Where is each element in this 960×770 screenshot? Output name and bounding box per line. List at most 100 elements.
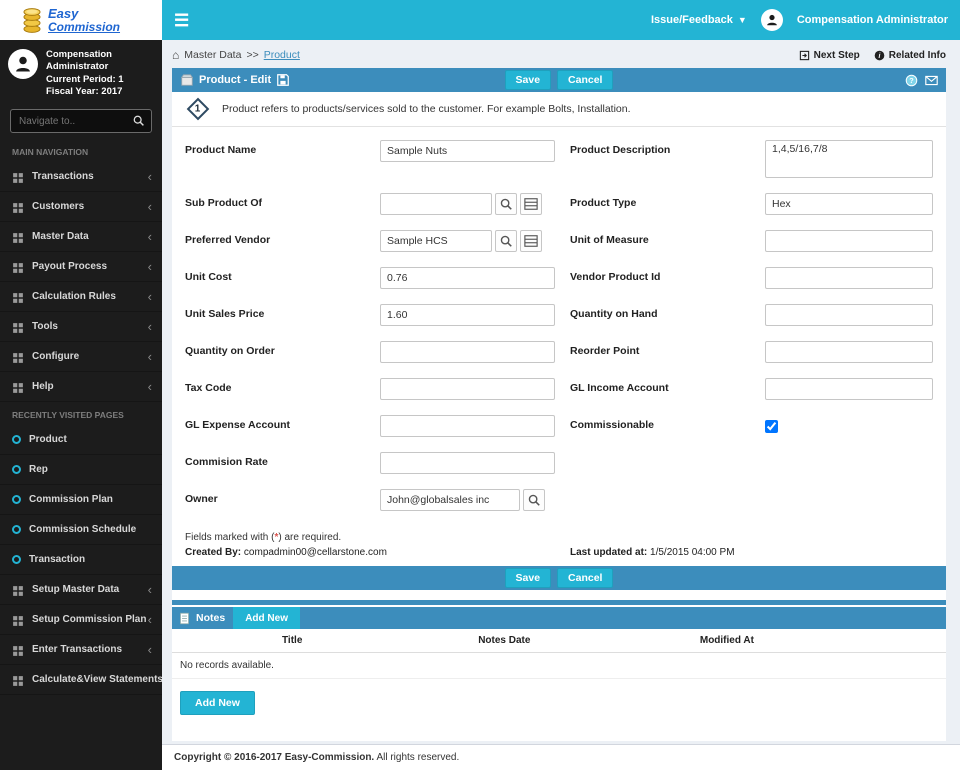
- sidebar-item-label: Customers: [32, 201, 85, 213]
- reorder-point-input[interactable]: [765, 341, 933, 363]
- sidebar-item-payout-process[interactable]: Payout Process ‹: [0, 252, 162, 283]
- email-icon[interactable]: [925, 74, 938, 87]
- sidebar-item-customers[interactable]: Customers ‹: [0, 192, 162, 223]
- form-row: Unit Sales Price Quantity on Hand: [185, 304, 946, 326]
- recent-item-product[interactable]: Product: [0, 425, 162, 456]
- related-info-button[interactable]: i Related Info: [874, 50, 946, 61]
- form-row: Quantity on Order Reorder Point: [185, 341, 946, 363]
- chevron-left-icon: ‹: [147, 169, 152, 185]
- search-icon[interactable]: [523, 489, 545, 511]
- sidebar-nav-main: Transactions ‹ Customers ‹ Master Data ‹ Payou…: [0, 162, 162, 403]
- help-icon[interactable]: ?: [905, 74, 918, 87]
- sidebar-item-setup-commission-plan[interactable]: Setup Commission Plan ‹: [0, 605, 162, 636]
- quantity-on-order-input[interactable]: [380, 341, 555, 363]
- svg-text:?: ?: [909, 75, 914, 84]
- sidebar-item-transactions[interactable]: Transactions ‹: [0, 162, 162, 193]
- topbar-right: Issue/Feedback ▼ Compensation Administra…: [651, 9, 948, 31]
- sidebar-item-label: Calculation Rules: [32, 291, 116, 303]
- main-navigation-label: MAIN NAVIGATION: [12, 147, 89, 158]
- breadcrumb-current-link[interactable]: Product: [264, 49, 300, 61]
- notes-header-bar: Notes Add New: [172, 607, 946, 629]
- topbar: Easy Commission ☰ Issue/Feedback ▼ Compe…: [0, 0, 960, 40]
- sidebar-item-calculate-view-statements[interactable]: Calculate&View Statements‹: [0, 665, 162, 696]
- save-disk-icon: [276, 73, 290, 87]
- search-icon[interactable]: [495, 193, 517, 215]
- sidebar-item-configure[interactable]: Configure ‹: [0, 342, 162, 373]
- sidebar-nav-bottom: Setup Master Data ‹ Setup Commission Plan ‹…: [0, 575, 162, 696]
- quantity-on-hand-label: Quantity on Hand: [570, 308, 658, 320]
- sidebar-search-input[interactable]: [10, 109, 152, 134]
- search-icon[interactable]: [495, 230, 517, 252]
- recent-item-commission-schedule[interactable]: Commission Schedule: [0, 515, 162, 546]
- owner-input[interactable]: [380, 489, 520, 511]
- sub-product-of-input[interactable]: [380, 193, 492, 215]
- sidebar-item-help[interactable]: Help ‹: [0, 372, 162, 403]
- profile-name: Compensation Administrator: [46, 49, 112, 73]
- breadcrumb-separator: >>: [246, 49, 259, 61]
- lookup-list-icon[interactable]: [520, 230, 542, 252]
- created-by-value: compadmin00@cellarstone.com: [243, 547, 387, 558]
- cancel-button-bottom[interactable]: Cancel: [557, 568, 614, 588]
- product-description-label: Product Description: [570, 144, 671, 156]
- chevron-left-icon: ‹: [147, 199, 152, 215]
- recent-item-transaction[interactable]: Transaction: [0, 545, 162, 576]
- chevron-left-icon: ‹: [147, 379, 152, 395]
- tax-code-input[interactable]: [380, 378, 555, 400]
- form-spacer: [570, 489, 765, 493]
- product-name-input[interactable]: [380, 140, 555, 162]
- next-step-button[interactable]: Next Step: [799, 50, 860, 61]
- step-number-icon: 1: [186, 97, 210, 121]
- preferred-vendor-input[interactable]: [380, 230, 492, 252]
- sidebar-item-calculation-rules[interactable]: Calculation Rules ‹: [0, 282, 162, 313]
- product-description-input[interactable]: 1,4,5/16,7/8: [765, 140, 933, 178]
- preferred-vendor-label: Preferred Vendor: [185, 234, 271, 246]
- hamburger-icon[interactable]: ☰: [174, 12, 189, 29]
- gl-income-account-input[interactable]: [765, 378, 933, 400]
- search-icon[interactable]: [132, 114, 145, 127]
- chevron-left-icon: ‹: [147, 642, 152, 658]
- header-right-icons: ?: [905, 74, 938, 87]
- notes-icon: [178, 612, 191, 625]
- add-new-button-bottom[interactable]: Add New: [180, 691, 255, 715]
- unit-of-measure-input[interactable]: [765, 230, 933, 252]
- unit-cost-input[interactable]: [380, 267, 555, 289]
- profile-text: Compensation Administrator Current Perio…: [46, 49, 154, 98]
- recent-item-commission-plan[interactable]: Commission Plan: [0, 485, 162, 516]
- sidebar-item-master-data[interactable]: Master Data ‹: [0, 222, 162, 253]
- commissionable-label: Commissionable: [570, 419, 655, 431]
- save-button-bottom[interactable]: Save: [504, 568, 552, 588]
- sidebar-item-label: Setup Commission Plan: [32, 614, 147, 626]
- cancel-button[interactable]: Cancel: [557, 70, 614, 90]
- app-logo: Easy Commission: [0, 0, 162, 40]
- lookup-list-icon[interactable]: [520, 193, 542, 215]
- recent-dot-icon: [12, 525, 21, 535]
- commissionable-checkbox[interactable]: [765, 420, 778, 433]
- record-meta-row: Created By: compadmin00@cellarstone.com …: [172, 545, 946, 566]
- recent-item-rep[interactable]: Rep: [0, 455, 162, 486]
- created-by-label: Created By:: [185, 547, 242, 558]
- notes-column-notes-date: Notes Date: [478, 635, 531, 646]
- created-by: Created By: compadmin00@cellarstone.com: [185, 547, 570, 558]
- product-type-input[interactable]: [765, 193, 933, 215]
- copyright-normal: All rights reserved.: [376, 752, 460, 763]
- recent-item-label: Rep: [29, 464, 48, 476]
- required-note-pre: Fields marked with (: [185, 532, 275, 543]
- sidebar-item-tools[interactable]: Tools ‹: [0, 312, 162, 343]
- save-button[interactable]: Save: [504, 70, 552, 90]
- issue-feedback-menu[interactable]: Issue/Feedback ▼: [651, 14, 747, 26]
- commision-rate-input[interactable]: [380, 452, 555, 474]
- profile-period: Current Period: 1: [46, 73, 124, 85]
- tax-code-label: Tax Code: [185, 382, 232, 394]
- user-avatar-icon[interactable]: [760, 9, 783, 31]
- issue-feedback-label: Issue/Feedback: [650, 14, 733, 26]
- quantity-on-hand-input[interactable]: [765, 304, 933, 326]
- sidebar-item-setup-master-data[interactable]: Setup Master Data ‹: [0, 575, 162, 606]
- nav-item-icon: [12, 381, 24, 393]
- sidebar-item-enter-transactions[interactable]: Enter Transactions ‹: [0, 635, 162, 666]
- unit-of-measure-label: Unit of Measure: [570, 234, 649, 246]
- unit-sales-price-input[interactable]: [380, 304, 555, 326]
- form-row: Product Name Product Description 1,4,5/16,…: [185, 140, 946, 178]
- notes-add-new-button[interactable]: Add New: [233, 607, 300, 629]
- vendor-product-id-input[interactable]: [765, 267, 933, 289]
- gl-expense-account-input[interactable]: [380, 415, 555, 437]
